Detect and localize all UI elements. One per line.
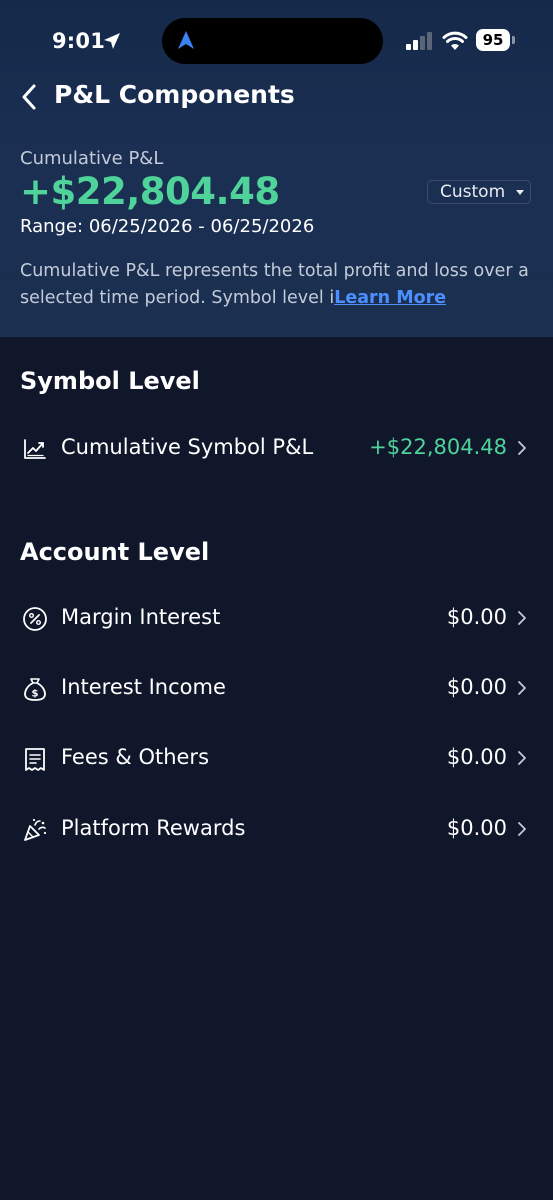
cumulative-pl-value: +$22,804.48 [20, 170, 280, 213]
row-label: Interest Income [61, 675, 226, 699]
cumulative-pl-label: Cumulative P&L [20, 148, 164, 169]
account-level-title: Account Level [20, 538, 210, 566]
row-label: Margin Interest [61, 605, 221, 629]
row-fees-others[interactable]: Fees & Others $0.00 [0, 733, 553, 783]
row-interest-income[interactable]: $ Interest Income $0.00 [0, 663, 553, 713]
battery-indicator: 95 [476, 29, 510, 51]
chevron-right-icon [518, 441, 526, 455]
date-range: Range: 06/25/2026 - 06/25/2026 [20, 216, 315, 237]
money-bag-icon: $ [24, 678, 46, 701]
party-popper-icon [24, 818, 47, 841]
trend-chart-icon [24, 439, 46, 459]
caret-down-icon [516, 190, 524, 195]
row-margin-interest[interactable]: Margin Interest $0.00 [0, 593, 553, 643]
symbol-level-title: Symbol Level [20, 367, 200, 395]
receipt-icon [25, 748, 45, 771]
cellular-signal-icon [406, 32, 432, 50]
row-value: $0.00 [446, 745, 507, 769]
row-value: $0.00 [446, 675, 507, 699]
row-platform-rewards[interactable]: Platform Rewards $0.00 [0, 804, 553, 854]
description: Cumulative P&L represents the total prof… [20, 258, 535, 312]
back-button[interactable] [18, 82, 44, 112]
range-selector-label: Custom [440, 182, 506, 202]
chevron-right-icon [518, 681, 526, 695]
page-title: P&L Components [54, 80, 295, 109]
battery-tip [512, 36, 515, 44]
row-cumulative-symbol-pl[interactable]: Cumulative Symbol P&L +$22,804.48 [0, 423, 553, 473]
location-arrow-icon [104, 33, 120, 49]
description-text: Cumulative P&L represents the total prof… [20, 261, 529, 308]
chevron-right-icon [518, 751, 526, 765]
learn-more-link[interactable]: Learn More [334, 288, 446, 308]
navigation-arrow-icon [178, 31, 194, 49]
row-label: Fees & Others [61, 745, 210, 769]
row-label: Platform Rewards [61, 816, 246, 840]
row-value: $0.00 [446, 816, 507, 840]
chevron-right-icon [518, 822, 526, 836]
wifi-icon [442, 31, 468, 50]
row-value: $0.00 [446, 605, 507, 629]
status-time: 9:01 [52, 29, 106, 53]
row-value: +$22,804.48 [369, 435, 507, 459]
chevron-right-icon [518, 611, 526, 625]
row-label: Cumulative Symbol P&L [61, 435, 314, 459]
svg-text:$: $ [32, 689, 39, 700]
percent-icon [23, 607, 47, 631]
